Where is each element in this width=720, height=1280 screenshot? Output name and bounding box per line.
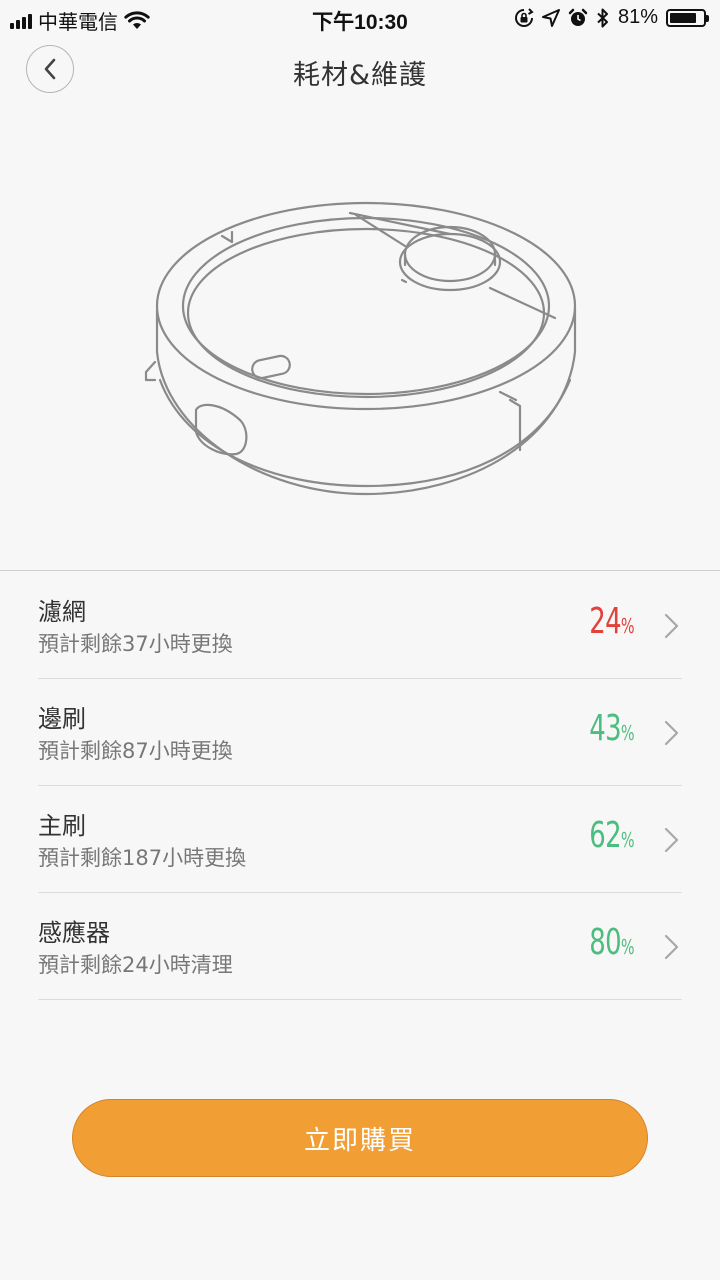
rotation-lock-icon xyxy=(515,7,534,27)
item-unit: % xyxy=(621,935,635,959)
item-percentage: 43% xyxy=(589,709,634,753)
item-subtitle: 預計剩餘87小時更換 xyxy=(38,739,233,763)
item-name: 感應器 xyxy=(38,919,110,947)
battery-percent: 81% xyxy=(617,6,658,28)
list-item-filter[interactable]: 濾網 預計剩餘37小時更換 24% xyxy=(0,572,720,679)
consumables-list: 濾網 預計剩餘37小時更換 24% 邊刷 預計剩餘87小時更換 43% 主刷 預… xyxy=(0,572,720,1000)
item-value: 43 xyxy=(589,708,622,749)
item-name: 濾網 xyxy=(38,598,86,626)
item-subtitle: 預計剩餘187小時更換 xyxy=(38,846,247,870)
alarm-icon xyxy=(568,8,588,26)
list-item-main-brush[interactable]: 主刷 預計剩餘187小時更換 62% xyxy=(0,786,720,893)
row-divider xyxy=(38,999,682,1000)
list-item-sensor[interactable]: 感應器 預計剩餘24小時清理 80% xyxy=(0,893,720,1000)
list-item-side-brush[interactable]: 邊刷 預計剩餘87小時更換 43% xyxy=(0,679,720,786)
bluetooth-icon xyxy=(597,8,608,27)
item-unit: % xyxy=(621,614,635,638)
item-value: 24 xyxy=(589,601,622,642)
buy-now-label: 立即購買 xyxy=(303,1125,416,1156)
item-value: 62 xyxy=(589,815,622,856)
item-subtitle: 預計剩餘24小時清理 xyxy=(38,953,233,977)
robot-vacuum-image xyxy=(144,201,577,496)
status-right: 81% xyxy=(514,6,709,29)
section-divider xyxy=(0,570,720,571)
location-icon xyxy=(541,8,560,27)
chevron-right-icon xyxy=(664,720,679,746)
status-bar: 中華電信 下午10:30 81% xyxy=(0,0,720,38)
item-percentage: 80% xyxy=(589,923,634,967)
item-value: 80 xyxy=(589,922,622,963)
item-unit: % xyxy=(621,828,635,852)
item-percentage: 24% xyxy=(589,602,634,646)
item-percentage: 62% xyxy=(589,816,634,860)
chevron-right-icon xyxy=(664,934,679,960)
chevron-right-icon xyxy=(664,827,679,853)
item-subtitle: 預計剩餘37小時更換 xyxy=(38,632,233,656)
battery-level xyxy=(670,12,696,23)
buy-now-button[interactable]: 立即購買 xyxy=(72,1099,648,1177)
robot-vacuum-illustration xyxy=(0,104,720,570)
nav-bar: 耗材&維護 xyxy=(0,38,720,104)
page-title: 耗材&維護 xyxy=(292,60,428,91)
battery-icon xyxy=(666,8,709,27)
item-name: 主刷 xyxy=(38,812,86,840)
item-name: 邊刷 xyxy=(38,705,86,733)
chevron-right-icon xyxy=(664,613,679,639)
item-unit: % xyxy=(621,721,635,745)
